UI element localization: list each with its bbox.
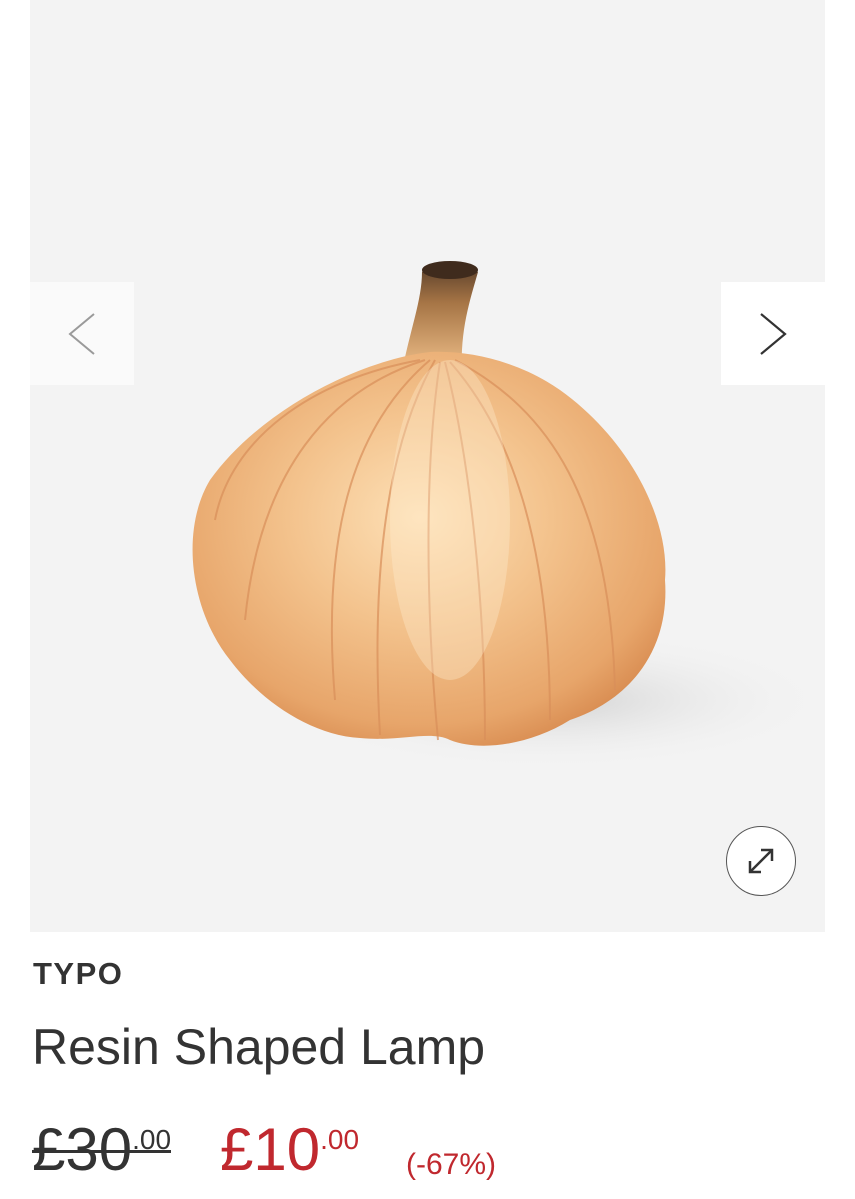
product-image-gallery[interactable] [30, 0, 825, 932]
original-price: £30.00 [32, 1120, 172, 1180]
expand-image-button[interactable] [726, 826, 796, 896]
chevron-right-icon [760, 312, 787, 355]
sale-price: £10.00 [220, 1120, 359, 1180]
expand-arrows-icon [748, 848, 774, 874]
strikethrough-line [32, 1150, 172, 1153]
sale-price-cents: .00 [320, 1124, 360, 1155]
product-image[interactable] [30, 0, 825, 932]
price-row: £30.00 £10.00 (-67%) [32, 1112, 812, 1192]
product-title: Resin Shaped Lamp [32, 1019, 486, 1075]
next-image-button[interactable] [721, 282, 825, 385]
sale-price-main: £10 [220, 1116, 321, 1183]
chevron-left-icon [68, 312, 95, 355]
product-brand[interactable]: TYPO [33, 956, 123, 992]
previous-image-button[interactable] [30, 282, 134, 385]
discount-percent: (-67%) [406, 1148, 497, 1181]
